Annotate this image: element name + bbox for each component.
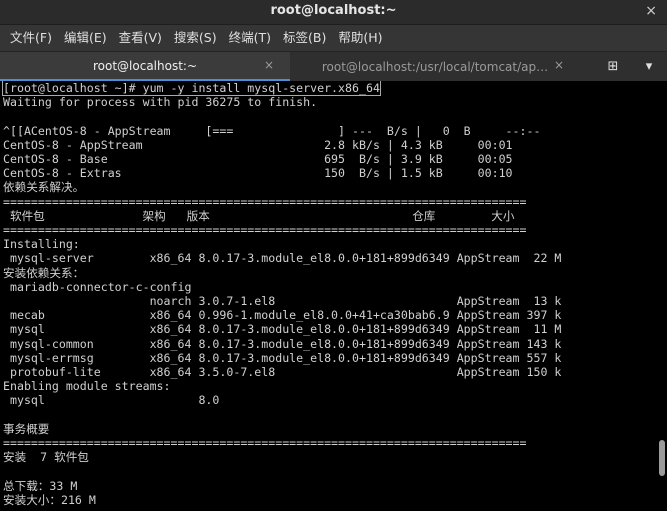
- terminal-lines: Waiting for process with pid 36275 to fi…: [3, 95, 561, 507]
- terminal-line: Waiting for process with pid 36275 to fi…: [3, 95, 318, 110]
- terminal-line: ========================================…: [3, 223, 527, 238]
- terminal-line: mysql x86_64 8.0.17-3.module_el8.0.0+181…: [3, 322, 562, 337]
- terminal-line: CentOS-8 - Base 695 B/s | 3.9 kB 00:05: [3, 152, 513, 167]
- terminal-text: [root@localhost ~]# yum -y install mysql…: [0, 81, 657, 507]
- terminal-line: 事务概要: [3, 421, 50, 436]
- menu-terminal[interactable]: 终端(T): [223, 25, 277, 51]
- terminal-line: ========================================…: [3, 194, 527, 209]
- menu-bar: 文件(F) 编辑(E) 查看(V) 搜索(S) 终端(T) 标签(B) 帮助(H…: [0, 25, 667, 52]
- tab-label: root@localhost:/usr/local/tomcat/ap…: [321, 59, 549, 74]
- menu-view[interactable]: 查看(V): [113, 25, 168, 51]
- terminal-line: 总下载：33 M: [3, 478, 78, 493]
- terminal-line: ========================================…: [3, 436, 527, 451]
- tab-menu-chevron-down-icon[interactable]: ▾: [631, 59, 667, 74]
- window-close-button[interactable]: ×: [645, 0, 657, 22]
- terminal-line: ^[[ACentOS-8 - AppStream [=== ] --- B/s …: [3, 123, 541, 138]
- tab-tomcat[interactable]: root@localhost:/usr/local/tomcat/ap… ×: [290, 52, 580, 81]
- tab-actions: ⊞ ▾: [595, 52, 667, 81]
- tab-bar: root@localhost:~ × root@localhost:/usr/l…: [0, 52, 667, 82]
- menu-search[interactable]: 搜索(S): [168, 25, 223, 51]
- menu-tabs[interactable]: 标签(B): [277, 25, 332, 51]
- terminal-line: CentOS-8 - AppStream 2.8 kB/s | 4.3 kB 0…: [3, 137, 513, 152]
- terminal-line: Installing:: [3, 237, 80, 252]
- terminal-line: protobuf-lite x86_64 3.5.0-7.el8 AppStre…: [3, 365, 562, 380]
- window-titlebar: root@localhost:~ ×: [0, 0, 667, 25]
- command-prompt-line: [root@localhost ~]# yum -y install mysql…: [2, 81, 381, 97]
- terminal-line: mysql-errmsg x86_64 8.0.17-3.module_el8.…: [3, 350, 562, 365]
- menu-file[interactable]: 文件(F): [4, 25, 58, 51]
- terminal-scrollbar[interactable]: [657, 81, 667, 511]
- terminal-line: 安装依赖关系：: [3, 265, 85, 280]
- terminal-line: mysql-common x86_64 8.0.17-3.module_el8.…: [3, 336, 562, 351]
- terminal-line: mariadb-connector-c-config: [3, 279, 192, 294]
- window-title: root@localhost:~: [270, 3, 397, 18]
- new-tab-icon[interactable]: ⊞: [595, 59, 631, 74]
- terminal-line: mysql-server x86_64 8.0.17-3.module_el8.…: [3, 251, 562, 266]
- menu-edit[interactable]: 编辑(E): [58, 25, 113, 51]
- tab-close-icon[interactable]: ×: [264, 58, 274, 72]
- terminal-line: 安装大小：216 M: [3, 492, 96, 507]
- terminal-line: 安装 7 软件包: [3, 450, 89, 465]
- menu-help[interactable]: 帮助(H): [332, 25, 388, 51]
- terminal-line: mecab x86_64 0.996-1.module_el8.0.0+41+c…: [3, 308, 562, 323]
- terminal-line: mysql 8.0: [3, 393, 220, 408]
- terminal-output[interactable]: [root@localhost ~]# yum -y install mysql…: [0, 81, 657, 511]
- terminal-line: CentOS-8 - Extras 150 B/s | 1.5 kB 00:10: [3, 166, 513, 181]
- terminal-line: 依赖关系解决。: [3, 180, 85, 195]
- tab-label: root@localhost:~: [92, 58, 198, 73]
- tab-close-icon[interactable]: ×: [554, 58, 564, 72]
- terminal-line: noarch 3.0.7-1.el8 AppStream 13 k: [3, 294, 562, 309]
- tab-root-home[interactable]: root@localhost:~ ×: [0, 52, 290, 81]
- terminal-line: 软件包 架构 版本 仓库 大小: [3, 208, 515, 223]
- scrollbar-thumb[interactable]: [659, 440, 665, 476]
- terminal-line: Enabling module streams:: [3, 379, 171, 394]
